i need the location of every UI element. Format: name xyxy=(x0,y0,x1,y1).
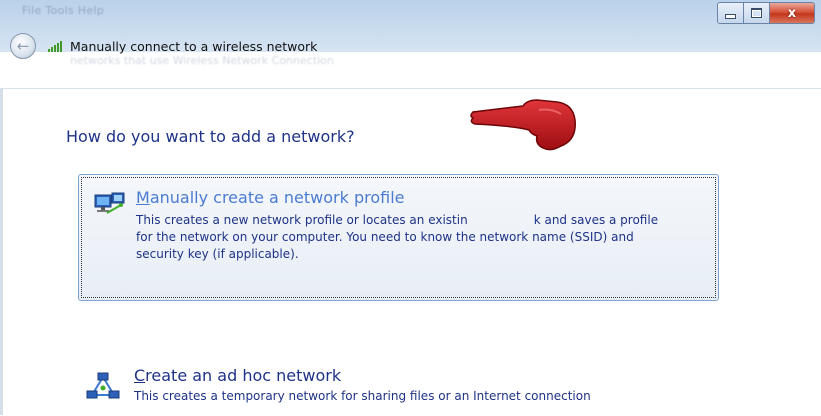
back-button[interactable]: ← xyxy=(10,33,36,59)
blurred-menu-bar: File Tools Help xyxy=(22,4,105,17)
network-computer-icon xyxy=(94,192,125,214)
option-description: This creates a temporary network for sha… xyxy=(134,389,591,403)
close-button[interactable]: x xyxy=(770,3,814,23)
maximize-button[interactable] xyxy=(744,3,770,23)
minimize-button[interactable] xyxy=(718,3,744,23)
option-description: This creates a new network profile or lo… xyxy=(136,213,659,261)
ad-hoc-network-icon xyxy=(86,372,120,399)
option-title: Manually create a network profile xyxy=(136,188,405,207)
minimize-icon xyxy=(725,13,736,19)
option-title: Create an ad hoc network xyxy=(134,366,342,385)
wizard-title: Manually connect to a wireless network xyxy=(70,38,318,54)
option-create-ad-hoc-network[interactable]: Create an ad hoc network This creates a … xyxy=(78,354,719,416)
back-arrow-icon: ← xyxy=(16,37,30,55)
wizard-nav-bar: ← Manually connect to a wireless network xyxy=(10,28,317,64)
wizard-content: How do you want to add a network? Manual… xyxy=(0,88,821,416)
page-heading: How do you want to add a network? xyxy=(66,127,355,146)
red-pointing-hand-icon xyxy=(470,99,576,151)
window-left-edge xyxy=(0,88,3,415)
maximize-icon xyxy=(751,8,762,18)
close-icon: x xyxy=(787,5,797,21)
caption-buttons: x xyxy=(717,2,815,24)
option-manually-create-profile[interactable]: Manually create a network profile This c… xyxy=(78,174,719,301)
wireless-signal-icon xyxy=(48,40,66,52)
